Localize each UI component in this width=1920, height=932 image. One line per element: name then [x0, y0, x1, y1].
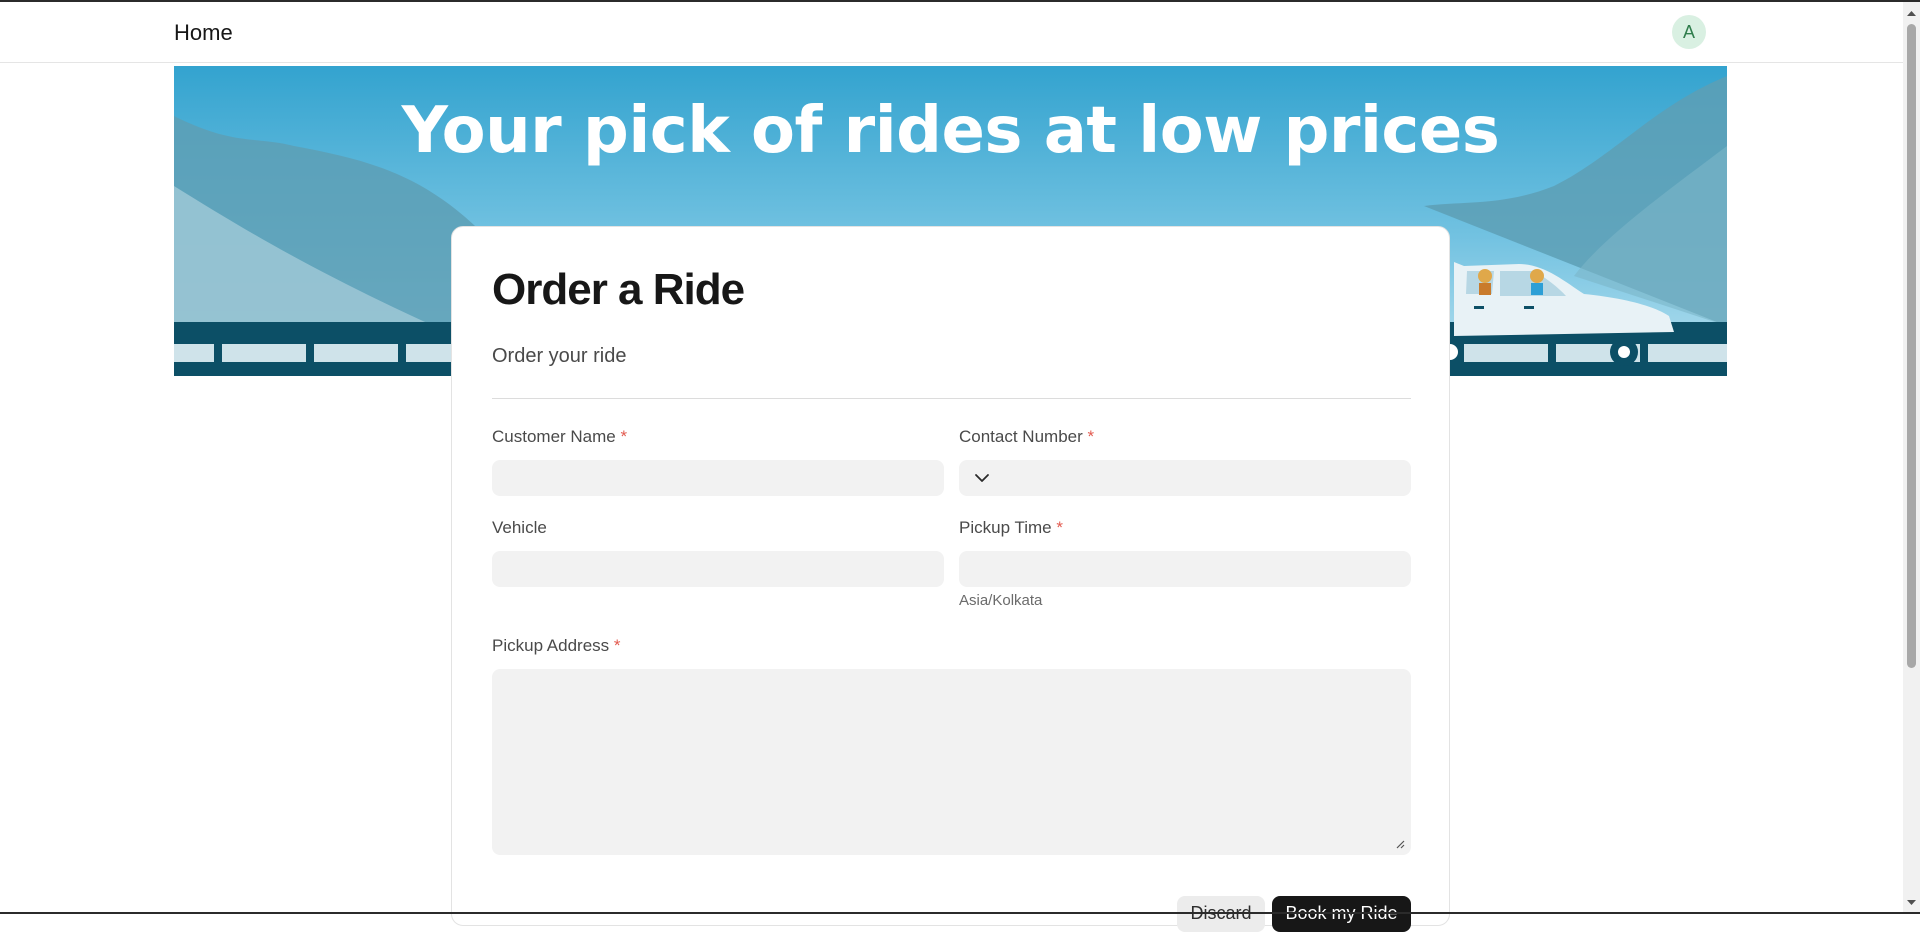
vehicle-input[interactable] — [492, 551, 944, 587]
order-ride-form: Order a Ride Order your ride Customer Na… — [451, 226, 1450, 932]
discard-button[interactable]: Discard — [1177, 896, 1265, 932]
required-mark: * — [1056, 518, 1063, 537]
page-scrollbar[interactable] — [1903, 2, 1920, 914]
home-link[interactable]: Home — [174, 20, 233, 46]
chevron-down-icon[interactable] — [973, 469, 991, 487]
pickup-address-label: Pickup Address * — [492, 636, 621, 656]
required-mark: * — [1087, 427, 1095, 446]
contact-number-label-text: Contact Number — [959, 427, 1083, 446]
user-avatar[interactable]: A — [1672, 15, 1706, 49]
pickup-address-label-text: Pickup Address — [492, 636, 610, 655]
scroll-up-icon[interactable] — [1906, 8, 1917, 19]
vehicle-label-text: Vehicle — [492, 518, 547, 537]
required-mark: * — [613, 636, 621, 655]
banner-headline: Your pick of rides at low prices — [401, 94, 1500, 168]
scroll-down-icon[interactable] — [1906, 897, 1917, 908]
form-title: Order a Ride — [492, 265, 745, 314]
pickup-address-textarea[interactable] — [492, 669, 1411, 855]
customer-name-label-text: Customer Name — [492, 427, 616, 446]
resize-grip-icon[interactable] — [1395, 839, 1405, 849]
form-subtitle: Order your ride — [492, 345, 627, 367]
scrollbar-thumb[interactable] — [1907, 24, 1916, 668]
book-ride-button[interactable]: Book my Ride — [1272, 896, 1411, 932]
contact-number-input[interactable] — [959, 460, 1411, 496]
contact-number-label: Contact Number * — [959, 427, 1094, 447]
top-navbar: Home A — [0, 2, 1903, 63]
vehicle-label: Vehicle — [492, 518, 547, 538]
form-divider — [492, 398, 1411, 399]
pickup-time-label: Pickup Time * — [959, 518, 1063, 538]
required-mark: * — [620, 427, 628, 446]
customer-name-input[interactable] — [492, 460, 944, 496]
pickup-time-input[interactable] — [959, 551, 1411, 587]
timezone-hint: Asia/Kolkata — [959, 592, 1043, 609]
customer-name-label: Customer Name * — [492, 427, 627, 447]
pickup-time-label-text: Pickup Time — [959, 518, 1052, 537]
